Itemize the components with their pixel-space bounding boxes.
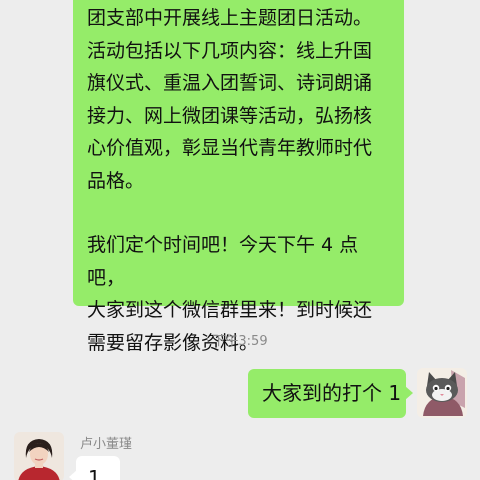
chat-view: 团支部中开展线上主题团日活动。 活动包括以下几项内容：线上升国 旗仪式、重温入团… bbox=[0, 0, 480, 480]
cartoon-cat-avatar-icon bbox=[417, 368, 467, 418]
person-photo-avatar-icon bbox=[14, 432, 64, 480]
message-bubble-received[interactable]: 1 bbox=[69, 456, 120, 480]
self-avatar[interactable] bbox=[417, 368, 467, 418]
sender-name: 卢小董瑾 bbox=[80, 437, 133, 452]
other-avatar[interactable] bbox=[14, 432, 64, 480]
message-bubble-sent-short[interactable]: 大家到的打个 1 bbox=[248, 369, 413, 418]
message-timestamp: 下午3:59 bbox=[212, 334, 268, 349]
message-bubble-sent[interactable]: 团支部中开展线上主题团日活动。 活动包括以下几项内容：线上升国 旗仪式、重温入团… bbox=[73, 0, 404, 354]
message-paragraph: 团支部中开展线上主题团日活动。 活动包括以下几项内容：线上升国 旗仪式、重温入团… bbox=[87, 7, 373, 192]
